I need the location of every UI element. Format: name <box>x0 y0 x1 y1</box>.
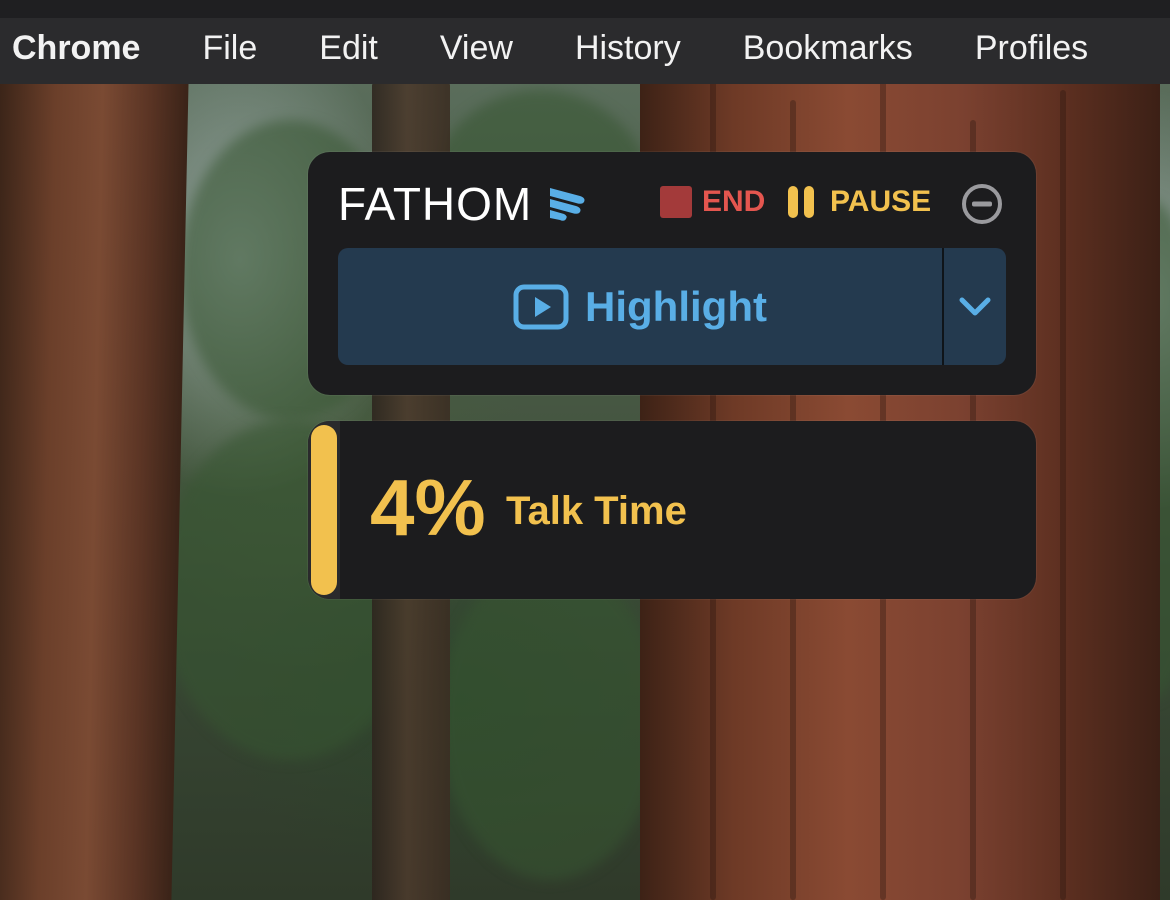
chevron-down-icon <box>959 297 991 315</box>
screen: Chrome File Edit View History Bookmarks … <box>0 0 1170 900</box>
fathom-logo: FATHOM <box>338 177 590 231</box>
pause-icon <box>788 186 820 218</box>
highlight-button[interactable]: Highlight <box>338 248 942 365</box>
stop-square-icon <box>660 186 692 218</box>
highlight-dropdown-button[interactable] <box>944 248 1006 365</box>
talk-time-card: 4% Talk Time <box>308 421 1036 599</box>
minus-circle-icon[interactable] <box>960 182 1004 226</box>
pause-recording-button[interactable]: PAUSE <box>788 185 931 219</box>
menu-history[interactable]: History <box>575 29 681 68</box>
talk-time-value: 4% <box>370 463 486 552</box>
menu-app-chrome[interactable]: Chrome <box>12 29 140 68</box>
menu-bar: Chrome File Edit View History Bookmarks … <box>0 0 1170 84</box>
brand-name: FATHOM <box>338 178 533 230</box>
fathom-logo-icon <box>550 188 585 221</box>
menu-view[interactable]: View <box>440 29 513 68</box>
talk-time-meter-fill <box>311 425 337 595</box>
pause-label: PAUSE <box>830 185 932 218</box>
talk-time-meter <box>308 421 340 599</box>
end-recording-button[interactable]: END <box>660 185 765 219</box>
menu-edit[interactable]: Edit <box>319 29 378 68</box>
highlight-control: Highlight <box>338 248 1006 365</box>
fathom-recorder-widget: FATHOM END PAUSE Highlight <box>308 152 1036 395</box>
play-video-icon <box>513 284 569 329</box>
highlight-label: Highlight <box>585 282 767 330</box>
end-label: END <box>702 185 766 218</box>
talk-time-label: Talk Time <box>506 489 687 533</box>
menu-profiles[interactable]: Profiles <box>975 29 1088 68</box>
menu-file[interactable]: File <box>202 29 257 68</box>
menu-bookmarks[interactable]: Bookmarks <box>743 29 913 68</box>
